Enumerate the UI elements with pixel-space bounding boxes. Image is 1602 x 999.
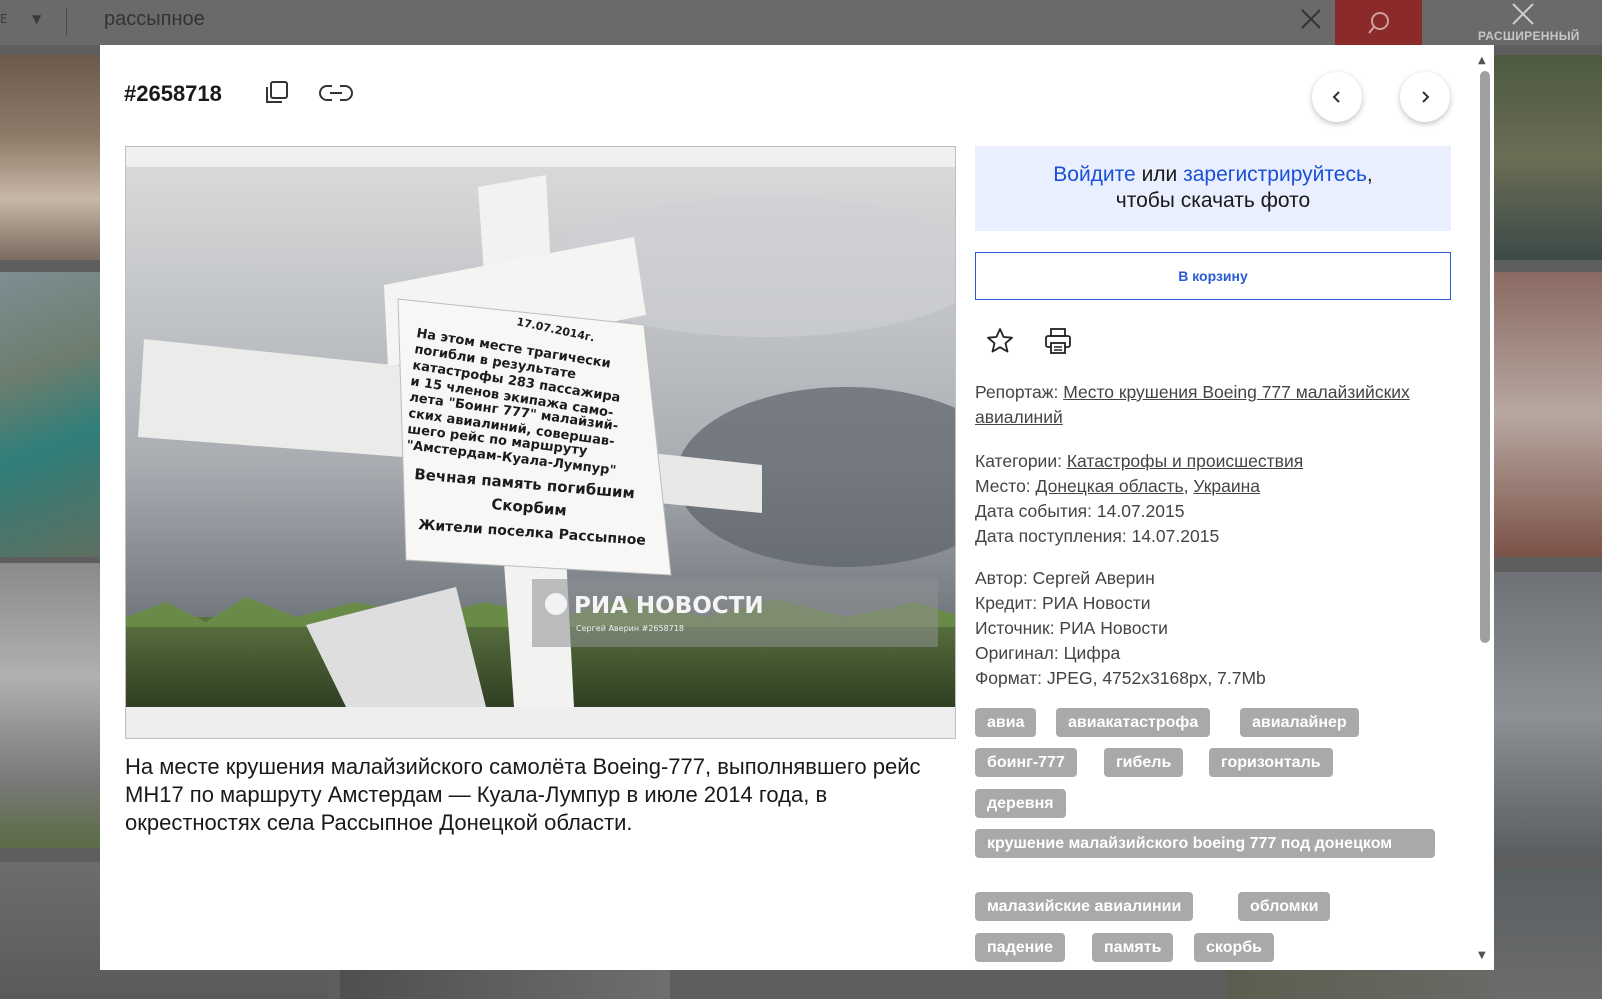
report-info: Репортаж: Место крушения Boeing 777 мала… <box>975 380 1415 430</box>
tag[interactable]: горизонталь <box>1209 748 1333 777</box>
credit: Кредит: РИА Новости <box>975 593 1151 613</box>
tag[interactable]: авиалайнер <box>1240 708 1359 737</box>
link-icon[interactable] <box>318 78 354 108</box>
close-icon[interactable] <box>1298 6 1326 36</box>
categories-row: Категории: Катастрофы и происшествия <box>975 449 1303 474</box>
tag[interactable]: падение <box>975 933 1066 962</box>
original: Оригинал: Цифра <box>975 643 1121 663</box>
photo[interactable]: На этом месте трагически погибли в резул… <box>125 146 956 739</box>
thumbnail[interactable] <box>0 563 100 848</box>
scroll-up-icon[interactable]: ▲ <box>1478 55 1486 66</box>
photo-credits: Автор: Сергей Аверин Кредит: РИА Новости… <box>975 566 1266 691</box>
register-link[interactable]: зарегистрируйтесь <box>1183 163 1367 186</box>
scrollbar-thumb[interactable] <box>1480 71 1490 643</box>
tag[interactable]: боинг-777 <box>975 748 1077 777</box>
chevron-left-icon <box>1332 91 1340 103</box>
next-photo-button[interactable] <box>1400 72 1450 122</box>
tag[interactable]: скорбь <box>1194 933 1274 962</box>
thumbnail[interactable] <box>0 55 100 260</box>
report-label: Репортаж: <box>975 382 1064 402</box>
watermark-brand: РИА НОВОСТИ <box>574 593 764 619</box>
tag[interactable]: авиакатастрофа <box>1056 708 1211 737</box>
thumbnail[interactable] <box>1494 572 1602 857</box>
close-advanced-icon[interactable] <box>1510 0 1540 30</box>
login-comma: , <box>1366 163 1373 186</box>
author: Автор: Сергей Аверин <box>975 568 1155 588</box>
place-link-region[interactable]: Донецкая область <box>1036 476 1184 496</box>
watermark-credit: Сергей Аверин #2658718 <box>576 624 684 633</box>
category-link[interactable]: Катастрофы и происшествия <box>1067 451 1303 471</box>
tag[interactable]: малазийские авиалинии <box>975 892 1194 921</box>
login-prompt: Войдите или зарегистрируйтесь, чтобы ска… <box>975 146 1451 231</box>
received-date: Дата поступления: 14.07.2015 <box>975 526 1220 546</box>
add-to-cart-button[interactable]: В корзину <box>975 252 1451 300</box>
photo-caption: На месте крушения малайзийского самолёта… <box>125 754 921 835</box>
copy-icon[interactable] <box>262 78 292 108</box>
thumbnail[interactable] <box>1494 868 1602 999</box>
place-label: Место: <box>975 476 1036 496</box>
login-or-text: или <box>1135 163 1184 186</box>
login-suffix: чтобы скачать фото <box>1115 189 1311 212</box>
search-input[interactable]: рассыпное <box>104 8 205 31</box>
login-link[interactable]: Войдите <box>1053 163 1135 186</box>
tag[interactable]: гибель <box>1104 748 1184 777</box>
divider <box>66 8 67 36</box>
search-scope-label[interactable]: E <box>0 12 8 26</box>
photo-metadata: Категории: Катастрофы и происшествия Мес… <box>975 449 1303 549</box>
star-icon[interactable] <box>984 325 1016 357</box>
scroll-down-icon[interactable]: ▼ <box>1478 950 1486 961</box>
file-format: Формат: JPEG, 4752x3168px, 7.7Mb <box>975 668 1266 688</box>
previous-photo-button[interactable] <box>1312 72 1362 122</box>
search-icon <box>1368 12 1389 34</box>
search-button[interactable] <box>1335 0 1422 45</box>
tag[interactable]: память <box>1092 933 1174 962</box>
photo-id: #2658718 <box>124 81 222 106</box>
printer-icon[interactable] <box>1042 325 1074 357</box>
thumbnail[interactable] <box>1494 55 1602 260</box>
chevron-right-icon <box>1422 91 1430 103</box>
thumbnail[interactable] <box>0 272 100 557</box>
advanced-search-link[interactable]: РАСШИРЕННЫЙ <box>1478 29 1580 43</box>
tag[interactable]: авиа <box>975 708 1037 737</box>
place-link-country[interactable]: Украина <box>1193 476 1260 496</box>
photo-modal: #2658718 На этом месте трагически погибл… <box>100 45 1494 970</box>
chevron-down-icon[interactable]: ▼ <box>32 12 41 26</box>
source: Источник: РИА Новости <box>975 618 1168 638</box>
place-row: Место: Донецкая область, Украина <box>975 474 1303 499</box>
categories-label: Категории: <box>975 451 1067 471</box>
tag[interactable]: крушение малайзийского boeing 777 под до… <box>975 829 1435 858</box>
tag[interactable]: обломки <box>1238 892 1331 921</box>
tag[interactable]: деревня <box>975 789 1066 818</box>
thumbnail[interactable] <box>1494 272 1602 557</box>
search-bar: E ▼ рассыпное РАСШИРЕННЫЙ <box>0 0 1602 45</box>
place-separator: , <box>1183 476 1194 496</box>
event-date: Дата события: 14.07.2015 <box>975 501 1185 521</box>
